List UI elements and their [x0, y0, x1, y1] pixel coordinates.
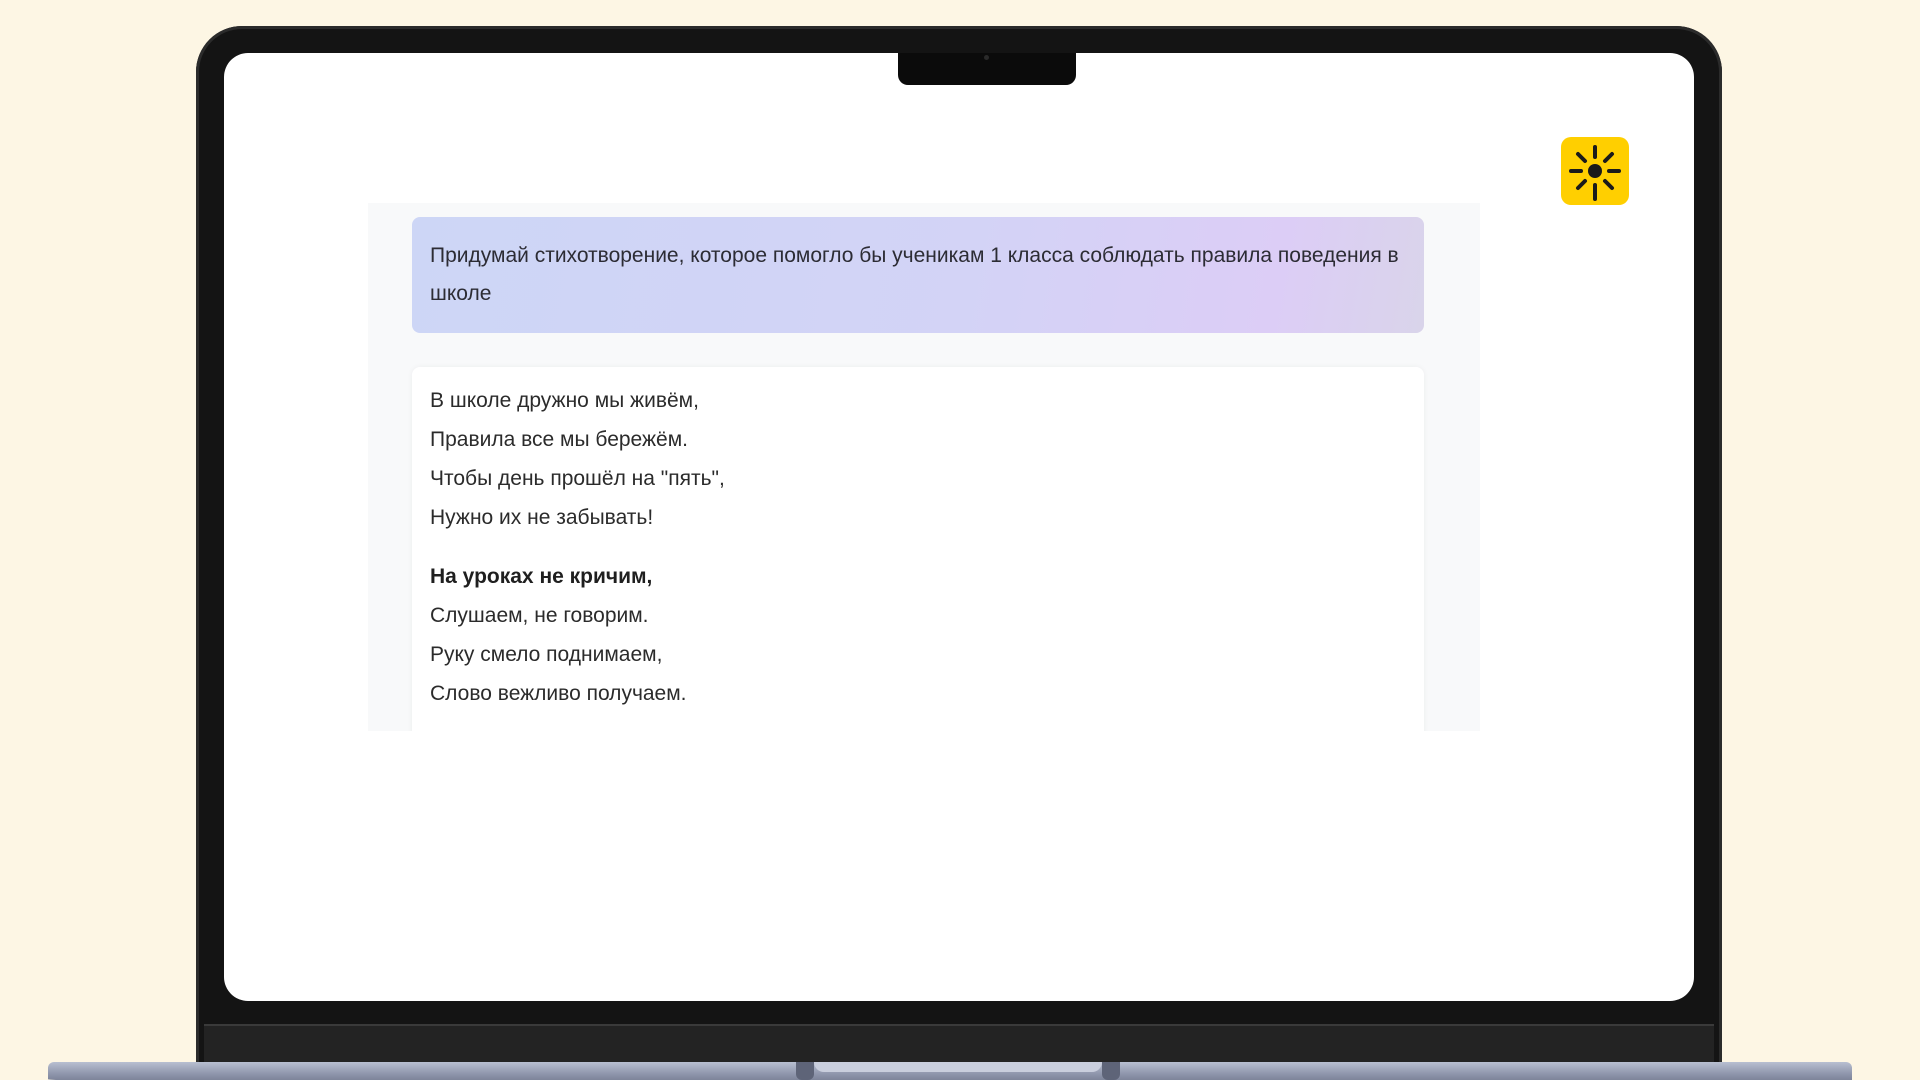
poem-line: Правила все мы бережём. — [430, 428, 688, 451]
poem-line: Руку смело поднимаем, — [430, 643, 663, 666]
laptop-thumb-notch — [814, 1062, 1102, 1072]
camera-notch — [898, 53, 1076, 85]
user-prompt-bubble: Придумай стихотворение, которое помогло … — [412, 217, 1424, 333]
laptop-frame: Придумай стихотворение, которое помогло … — [196, 26, 1722, 1080]
poem-line: На уроках не кричим, — [430, 565, 653, 588]
laptop-screen: Придумай стихотворение, которое помогло … — [224, 53, 1694, 1001]
assistant-answer-card: В школе дружно мы живём, Правила все мы … — [412, 367, 1424, 731]
poem-line: Нужно их не забывать! — [430, 506, 654, 529]
user-prompt-text: Придумай стихотворение, которое помогло … — [430, 244, 1399, 305]
poem-stanza: В школе дружно мы живём, Правила все мы … — [430, 381, 1406, 537]
laptop-hinge — [796, 1062, 814, 1080]
sun-icon — [1569, 145, 1621, 201]
camera-icon — [984, 55, 989, 60]
poem-stanza: На уроках не кричим, Слушаем, не говорим… — [430, 557, 1406, 713]
laptop-hinge — [1102, 1062, 1120, 1080]
poem-line: Слово вежливо получаем. — [430, 682, 687, 705]
poem-line: В школе дружно мы живём, — [430, 389, 699, 412]
laptop-base — [48, 1062, 1852, 1080]
app-logo — [1561, 137, 1629, 205]
poem-line: Слушаем, не говорим. — [430, 604, 649, 627]
page-background: Придумай стихотворение, которое помогло … — [0, 0, 1920, 1080]
poem-line: Чтобы день прошёл на "пять", — [430, 467, 725, 490]
chat-area: Придумай стихотворение, которое помогло … — [368, 203, 1480, 731]
